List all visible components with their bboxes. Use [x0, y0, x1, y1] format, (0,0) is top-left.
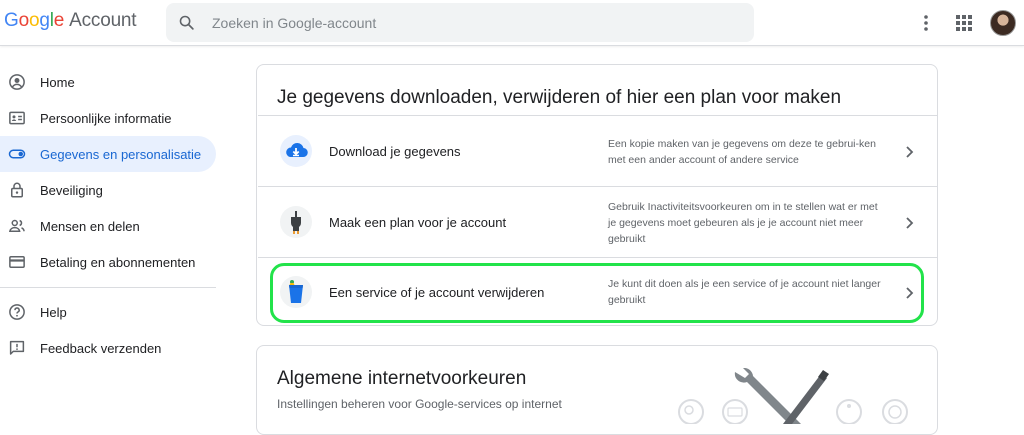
google-account-logo[interactable]: Google Account [4, 10, 137, 32]
row-description: Een kopie maken van je gegevens om deze … [608, 138, 876, 166]
sidebar-item-help[interactable]: Help [0, 294, 216, 330]
sidebar-item-people-sharing[interactable]: Mensen en delen [0, 208, 216, 244]
delete-service-account-row[interactable]: Een service of je account verwijderen Je… [258, 258, 938, 326]
cloud-download-icon [280, 135, 312, 167]
sidebar-item-label: Feedback verzenden [40, 340, 162, 356]
sidebar-item-label: Help [40, 304, 67, 320]
logo-letter: o [18, 10, 30, 31]
search-icon [179, 15, 194, 30]
top-bar: Google Account [0, 0, 1024, 46]
lock-icon [11, 182, 23, 198]
row-description: Gebruik Inactiviteitsvoorkeuren om in te… [608, 201, 878, 245]
chevron-right-icon [906, 287, 914, 299]
feedback-icon [9, 340, 25, 355]
logo-account-text: Account [69, 10, 137, 31]
sidebar-item-data-personalization[interactable]: Gegevens en personalisatie [0, 136, 216, 172]
logo-letter: e [53, 10, 65, 31]
search-box[interactable] [166, 3, 754, 42]
help-icon [9, 304, 25, 320]
data-download-delete-card: Je gegevens downloaden, verwijderen of h… [256, 64, 938, 326]
more-vert-icon[interactable] [914, 11, 938, 35]
apps-grid-icon[interactable] [952, 11, 976, 35]
sidebar-item-security[interactable]: Beveiliging [0, 172, 216, 208]
sidebar-item-label: Home [40, 74, 75, 90]
logo-letter: o [28, 10, 40, 31]
sidebar-item-feedback[interactable]: Feedback verzenden [0, 330, 216, 366]
chevron-right-icon [906, 217, 914, 229]
card-title: Algemene internetvoorkeuren [277, 368, 527, 389]
credit-card-icon [9, 256, 25, 268]
sidebar-item-label: Mensen en delen [40, 218, 140, 234]
logo-letter: G [4, 10, 19, 31]
sidebar-item-label: Beveiliging [40, 182, 103, 198]
row-description: Je kunt dit doen als je een service of j… [608, 278, 881, 306]
card-subtitle: Instellingen beheren voor Google-service… [277, 397, 562, 411]
sidebar-item-home[interactable]: Home [0, 64, 216, 100]
logo-letter: g [39, 10, 50, 31]
chevron-right-icon [906, 146, 914, 158]
account-circle-icon [9, 74, 25, 90]
tools-illustration-icon [678, 368, 908, 424]
sidebar-item-label: Persoonlijke informatie [40, 110, 172, 126]
toggle-icon [8, 149, 26, 159]
card-title: Je gegevens downloaden, verwijderen of h… [277, 87, 842, 108]
sidebar-item-label: Gegevens en personalisatie [40, 146, 202, 162]
sidebar-item-label: Betaling en abonnementen [40, 254, 196, 270]
internet-preferences-card: Algemene internetvoorkeuren Instellingen… [256, 345, 938, 435]
plug-icon [280, 206, 312, 238]
plan-account-row[interactable]: Maak een plan voor je account Gebruik In… [258, 187, 938, 257]
trash-icon [280, 276, 312, 308]
sidebar-item-personal-info[interactable]: Persoonlijke informatie [0, 100, 216, 136]
sidebar-divider [0, 287, 216, 288]
row-label: Download je gegevens [329, 144, 461, 159]
sidebar-item-payments[interactable]: Betaling en abonnementen [0, 244, 216, 280]
sidebar: Home Persoonlijke informatie Gegevens en… [0, 64, 230, 366]
id-card-icon [9, 111, 25, 125]
download-data-row[interactable]: Download je gegevens Een kopie maken van… [258, 116, 938, 186]
search-input[interactable] [212, 3, 732, 42]
people-icon [8, 219, 25, 232]
avatar[interactable] [990, 10, 1016, 36]
row-label: Een service of je account verwijderen [329, 285, 545, 300]
row-label: Maak een plan voor je account [329, 215, 507, 230]
